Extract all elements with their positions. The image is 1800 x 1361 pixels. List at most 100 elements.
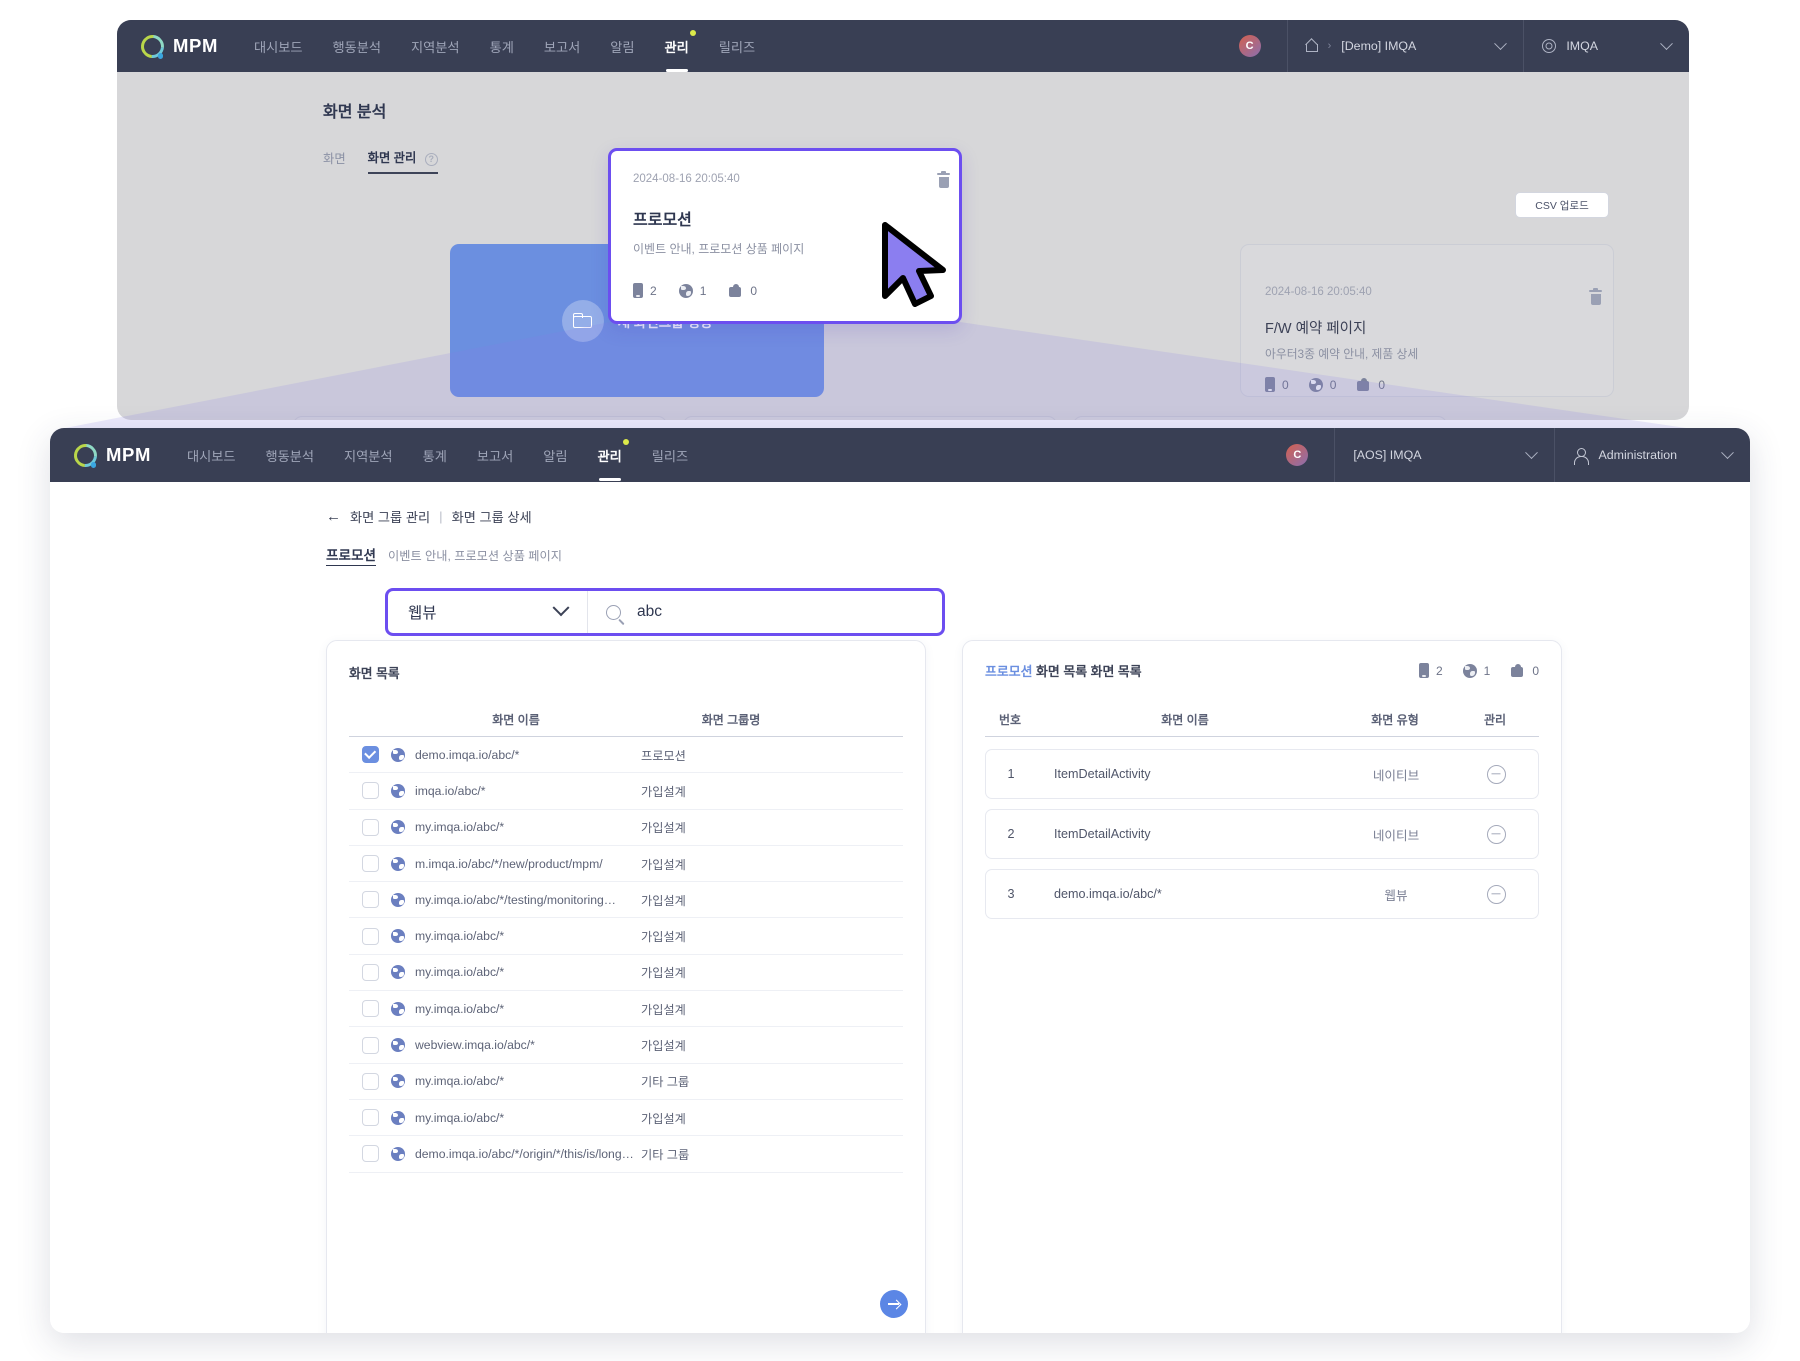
row-checkbox[interactable] [361,963,379,981]
front-nav-item-dashboard[interactable]: 대시보드 [185,430,238,481]
breadcrumb-parent[interactable]: 화면 그룹 관리 [350,507,430,526]
front-nav-item-report[interactable]: 보고서 [475,430,515,481]
tab-screen-manage[interactable]: 화면 관리 ? [367,148,438,174]
back-arrow-icon[interactable]: ← [326,508,341,525]
screen-group-card-ghost-1[interactable]: 2024-08-16 20:05:40 [293,416,667,420]
search-input[interactable] [635,602,924,622]
puzzle-icon-popup [728,283,743,298]
card-timestamp: 2024-08-16 20:05:40 [1265,286,1372,298]
row-checkbox[interactable] [361,818,379,836]
table-row[interactable]: demo.imqa.io/abc/*/origin/*/this/is/long… [349,1136,903,1173]
assigned-row-no: 1 [1007,767,1015,781]
popup-card-description: 이벤트 안내, 프로모션 상품 페이지 [633,242,805,256]
arrow-right-icon [888,1299,900,1309]
assigned-screens-panel: 프로모션 화면 목록 화면 목록 2 1 0 번호 화면 이름 화면 유형 관리… [962,640,1562,1333]
nav-item-release[interactable]: 릴리즈 [717,21,757,72]
front-nav-item-stats[interactable]: 통계 [421,430,449,481]
front-nav-item-release[interactable]: 릴리즈 [650,430,690,481]
assigned-row[interactable]: 1 ItemDetailActivity 네이티브 [985,749,1539,799]
group-description: 이벤트 안내, 프로모션 상품 페이지 [388,549,562,563]
screen-group-card-ghost-3[interactable]: 2024-08-16 20:05:40 [1073,416,1447,420]
nav-item-alert[interactable]: 알림 [608,21,636,72]
tab-screen[interactable]: 화면 [323,149,346,173]
screen-type-select[interactable]: 웹뷰 [388,591,588,633]
assigned-row-name: ItemDetailActivity [1054,827,1151,841]
remove-screen-button[interactable] [1486,764,1506,784]
front-nav-item-alert[interactable]: 알림 [541,430,569,481]
table-row[interactable]: my.imqa.io/abc/* 가입설계 [349,991,903,1028]
assigned-row[interactable]: 3 demo.imqa.io/abc/* 웹뷰 [985,869,1539,919]
row-screen-group: 기타 그룹 [641,1147,690,1162]
left-table-header: 화면 이름 화면 그룹명 [349,703,903,737]
globe-icon-row [391,783,405,798]
table-row[interactable]: my.imqa.io/abc/* 가입설계 [349,810,903,846]
remove-screen-button[interactable] [1486,824,1506,844]
project-selector[interactable]: › [Demo] IMQA [1288,20,1524,72]
gear-icon [1542,39,1557,53]
search-field-wrap[interactable] [588,602,942,622]
background-navbar: MPM 대시보드 행동분석 지역분석 통계 보고서 알림 관리 릴리즈 C › … [117,20,1689,72]
front-project-selector[interactable]: [AOS] IMQA [1335,428,1554,482]
row-checkbox[interactable] [361,1072,379,1090]
csv-upload-button[interactable]: CSV 업로드 [1515,192,1609,218]
nav-item-dashboard[interactable]: 대시보드 [252,21,305,72]
row-checkbox[interactable] [361,855,379,873]
table-row[interactable]: demo.imqa.io/abc/* 프로모션 [349,737,903,774]
nav-item-manage[interactable]: 관리 [663,21,696,72]
avatar[interactable]: C [1238,35,1261,57]
row-checkbox[interactable] [361,782,379,800]
help-icon[interactable]: ? [424,152,438,166]
row-checkbox[interactable] [361,1036,379,1054]
row-checkbox[interactable] [361,1109,379,1127]
row-checkbox[interactable] [361,1000,379,1018]
assigned-row[interactable]: 2 ItemDetailActivity 네이티브 [985,809,1539,859]
available-screens-panel: 화면 목록 화면 이름 화면 그룹명 demo.imqa.io/abc/* 프로… [326,640,926,1333]
right-stat-mobile: 2 [1418,663,1443,678]
table-row[interactable]: my.imqa.io/abc/* 가입설계 [349,955,903,992]
brand-logo-front[interactable]: MPM [69,438,151,472]
globe-icon-row [391,1146,405,1161]
table-row[interactable]: webview.imqa.io/abc/* 가입설계 [349,1027,903,1064]
table-row[interactable]: my.imqa.io/abc/* 가입설계 [349,1100,903,1137]
popup-stat-plugin: 0 [728,283,757,298]
nav-item-behavior[interactable]: 행동분석 [331,21,384,72]
globe-icon-row [391,929,405,944]
card-title: F/W 예약 페이지 [1265,321,1367,337]
front-nav-item-manage[interactable]: 관리 [596,430,629,481]
screen-group-card-ghost-2[interactable]: 2024-08-16 20:05:40 [683,416,1057,420]
popup-stat-mobile: 2 [633,283,657,298]
row-checkbox[interactable] [361,891,379,909]
row-checkbox[interactable] [361,1145,379,1163]
remove-screen-button[interactable] [1486,884,1506,904]
search-icon [606,604,621,620]
breadcrumb-current: 화면 그룹 상세 [451,510,532,525]
front-nav-item-behavior[interactable]: 행동분석 [264,430,317,481]
table-row[interactable]: m.imqa.io/abc/*/new/product/mpm/ 가입설계 [349,846,903,883]
row-checkbox[interactable] [361,746,379,764]
chevron-down-icon-front [1525,445,1539,459]
front-nav-item-region[interactable]: 지역분석 [342,430,395,481]
page-title: 화면 분석 [323,104,387,121]
move-to-group-button[interactable] [880,1290,908,1318]
front-account-selector[interactable]: Administration [1555,428,1750,482]
nav-item-stats[interactable]: 통계 [488,21,516,72]
breadcrumb-chevron-icon: › [1327,40,1332,52]
table-row[interactable]: imqa.io/abc/* 가입설계 [349,773,903,810]
row-screen-group: 기타 그룹 [641,1075,690,1090]
table-row[interactable]: my.imqa.io/abc/* 기타 그룹 [349,1064,903,1100]
brand-logo[interactable]: MPM [136,29,218,63]
right-stat-plugin-value: 0 [1532,663,1539,678]
chevron-down-icon-front-2 [1721,445,1734,459]
table-row[interactable]: my.imqa.io/abc/*/testing/monitoring… 가입설… [349,882,903,919]
globe-icon-row [391,856,405,871]
row-checkbox[interactable] [361,927,379,945]
nav-item-report[interactable]: 보고서 [542,21,582,72]
table-row[interactable]: my.imqa.io/abc/* 가입설계 [349,918,903,955]
avatar-front[interactable]: C [1286,444,1309,466]
col-screen-group: 화면 그룹명 [701,713,761,727]
screen-group-card-fw[interactable]: 2024-08-16 20:05:40 F/W 예약 페이지 아우터3종 예약 … [1240,244,1614,397]
settings-selector[interactable]: IMQA [1524,20,1689,72]
row-screen-name: demo.imqa.io/abc/* [415,747,520,762]
nav-item-region[interactable]: 지역분석 [409,21,462,72]
front-project-label: [AOS] IMQA [1353,448,1422,462]
